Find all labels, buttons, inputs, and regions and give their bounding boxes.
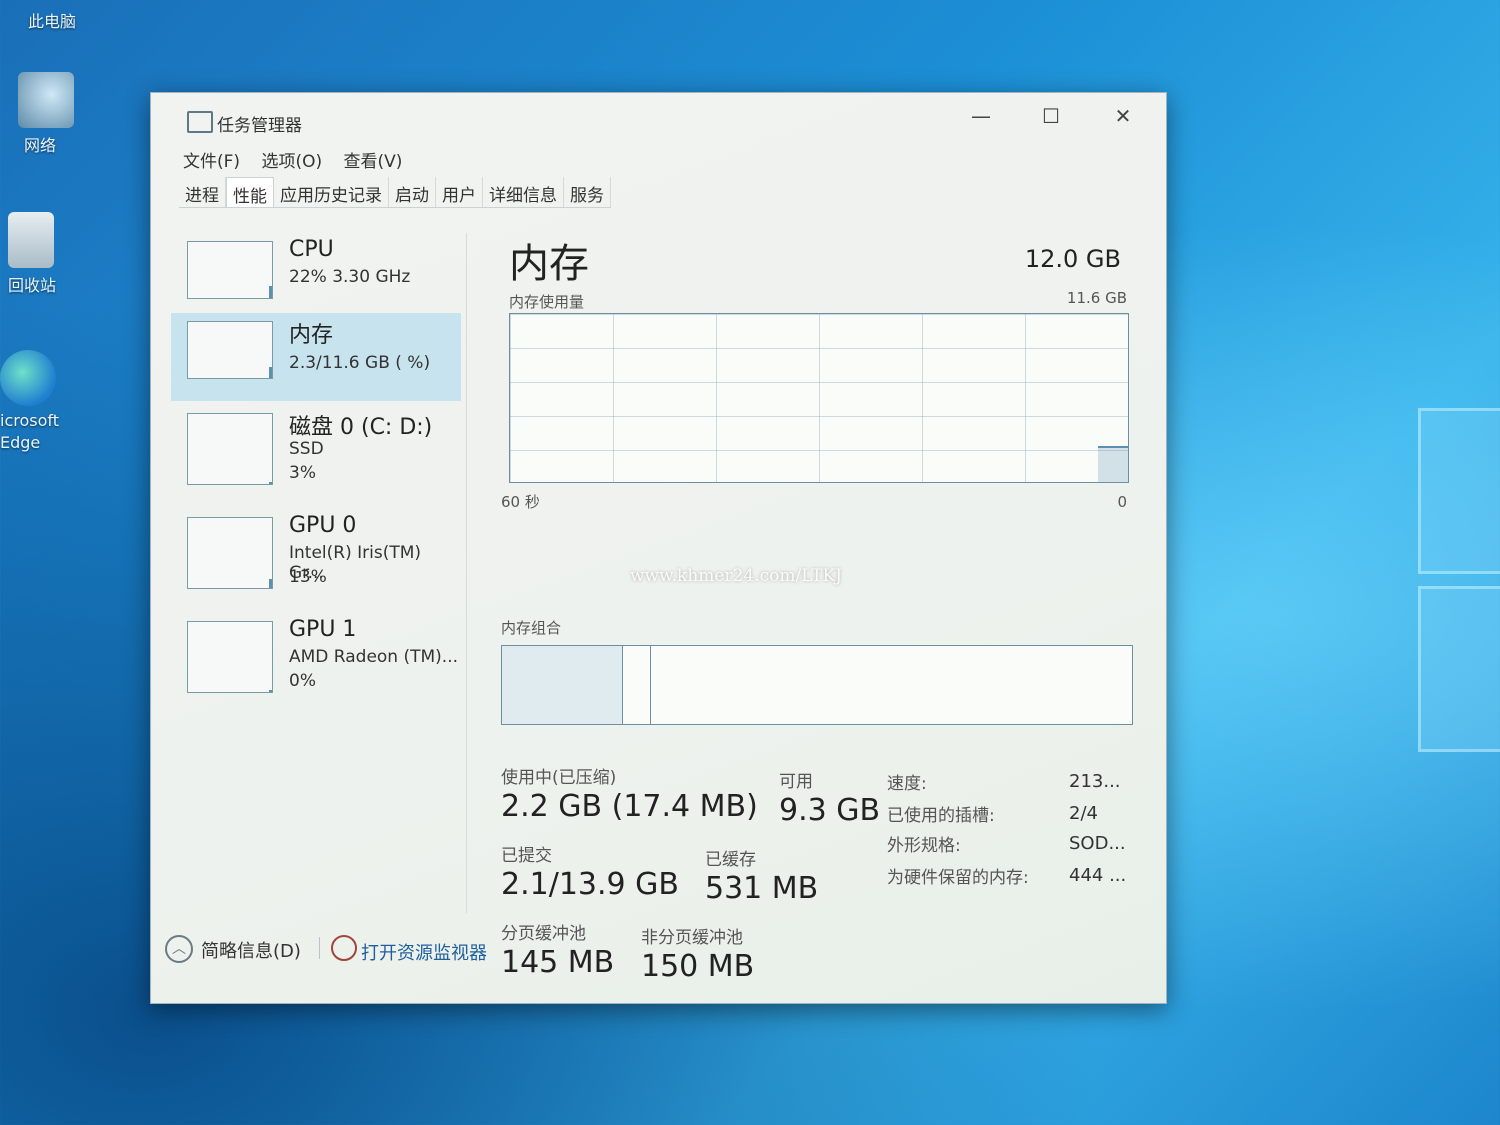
network-icon [18, 72, 74, 128]
tab-processes[interactable]: 进程 [179, 177, 226, 207]
memory-composition-bar [501, 645, 1133, 725]
desktop-icon-label: 网络 [24, 136, 57, 155]
desktop-icon-label: 此电脑 [28, 12, 77, 31]
graph-axis-end: 0 [1117, 493, 1127, 511]
windows-logo [1418, 408, 1500, 752]
sidebar-item-name: 内存 [289, 323, 334, 348]
usage-fill [269, 482, 272, 484]
fewer-details-button[interactable]: 简略信息(D) [201, 937, 301, 963]
title-bar[interactable]: 任务管理器 — ☐ ✕ [151, 93, 1166, 137]
tab-startup[interactable]: 启动 [389, 177, 436, 207]
minimize-button[interactable]: — [961, 101, 1001, 131]
speed-label: 速度: [887, 774, 927, 794]
desktop-icon-label: icrosoft Edge [0, 411, 60, 452]
memory-usage-graph [509, 313, 1129, 483]
window-title: 任务管理器 [217, 116, 302, 136]
form-factor-value: SOD... [1069, 833, 1126, 854]
speed-value: 213... [1069, 771, 1121, 792]
composition-modified [622, 646, 651, 724]
hardware-reserved-label: 为硬件保留的内存: [887, 868, 1029, 888]
usage-graph-fill [1098, 446, 1128, 482]
form-factor-label: 外形规格: [887, 836, 961, 856]
page-title: 内存 [509, 241, 589, 287]
tab-performance[interactable]: 性能 [226, 177, 274, 207]
resource-list: CPU 22% 3.30 GHz 内存 2.3/11.6 GB ( %) 磁盘 … [171, 233, 467, 913]
sidebar-item-gpu1[interactable]: GPU 1 AMD Radeon (TM)... 0% [171, 613, 461, 713]
footer-divider [319, 937, 320, 959]
cached-label: 已缓存 [705, 850, 756, 870]
sidebar-item-detail: 22% 3.30 GHz [289, 267, 411, 287]
composition-label: 内存组合 [501, 619, 562, 637]
usage-graph-max: 11.6 GB [1066, 289, 1127, 307]
sidebar-item-detail: SSD [289, 439, 324, 459]
hardware-reserved-value: 444 ... [1069, 865, 1127, 886]
usage-fill [269, 286, 272, 298]
sidebar-item-usage: 3% [289, 463, 316, 483]
composition-in-use [502, 646, 623, 724]
sidebar-item-disk[interactable]: 磁盘 0 (C: D:) SSD 3% [171, 405, 461, 505]
sidebar-item-name: CPU [289, 237, 334, 262]
tab-bar: 进程 性能 应用历史记录 启动 用户 详细信息 服务 [179, 177, 611, 208]
in-use-label: 使用中(已压缩) [501, 768, 617, 788]
sidebar-item-gpu0[interactable]: GPU 0 Intel(R) Iris(TM) Gr... 13% [171, 509, 461, 609]
desktop-icon-edge[interactable]: icrosoft Edge [0, 350, 59, 454]
available-value: 9.3 GB [779, 793, 881, 828]
memory-total: 12.0 GB [1024, 245, 1121, 273]
committed-value: 2.1/13.9 GB [501, 867, 679, 902]
menu-bar: 文件(F) 选项(O) 查看(V) [183, 147, 418, 172]
chevron-up-icon[interactable]: ︿ [165, 935, 193, 963]
tab-services[interactable]: 服务 [564, 177, 611, 207]
close-button[interactable]: ✕ [1103, 101, 1143, 131]
sidebar-item-detail: AMD Radeon (TM)... [289, 647, 459, 667]
slots-used-label: 已使用的插槽: [887, 806, 995, 826]
task-manager-icon [187, 111, 213, 133]
open-resource-monitor-link[interactable]: 打开资源监视器 [361, 939, 487, 965]
sidebar-item-cpu[interactable]: CPU 22% 3.30 GHz [171, 233, 461, 321]
menu-view[interactable]: 查看(V) [344, 152, 403, 172]
resource-monitor-icon [331, 935, 357, 961]
sidebar-item-name: GPU 1 [289, 617, 357, 642]
maximize-button[interactable]: ☐ [1031, 101, 1071, 131]
menu-options[interactable]: 选项(O) [261, 152, 322, 172]
available-label: 可用 [779, 772, 813, 792]
watermark: www.khmer24.com/LTKJ [630, 566, 842, 586]
recycle-bin-icon [8, 212, 54, 268]
usage-graph-label: 内存使用量 [509, 293, 585, 311]
footer: ︿ 简略信息(D) 打开资源监视器 [151, 933, 751, 973]
cached-value: 531 MB [705, 871, 819, 906]
sidebar-item-usage: 0% [289, 671, 316, 691]
desktop-icon-recycle-bin[interactable]: 回收站 [8, 212, 56, 296]
edge-icon [0, 350, 56, 406]
desktop-icon-this-pc[interactable]: 此电脑 [28, 8, 76, 32]
gpu1-thumbnail-graph [187, 621, 273, 693]
disk-thumbnail-graph [187, 413, 273, 485]
graph-axis-start: 60 秒 [501, 493, 540, 511]
sidebar-item-name: 磁盘 0 (C: D:) [289, 415, 433, 440]
tab-details[interactable]: 详细信息 [483, 177, 564, 207]
tab-users[interactable]: 用户 [436, 177, 483, 207]
menu-file[interactable]: 文件(F) [183, 152, 240, 172]
sidebar-item-name: GPU 0 [289, 513, 357, 538]
tab-app-history[interactable]: 应用历史记录 [274, 177, 389, 207]
memory-thumbnail-graph [187, 321, 273, 379]
sidebar-item-memory[interactable]: 内存 2.3/11.6 GB ( %) [171, 313, 461, 401]
slots-used-value: 2/4 [1069, 803, 1098, 824]
usage-fill [269, 690, 272, 692]
gpu0-thumbnail-graph [187, 517, 273, 589]
committed-label: 已提交 [501, 846, 552, 866]
desktop-icon-network[interactable]: 网络 [18, 72, 74, 156]
usage-fill [269, 367, 272, 378]
desktop-icon-label: 回收站 [8, 276, 57, 295]
task-manager-window: 任务管理器 — ☐ ✕ 文件(F) 选项(O) 查看(V) 进程 性能 应用历史… [150, 92, 1167, 1004]
cpu-thumbnail-graph [187, 241, 273, 299]
sidebar-item-detail: 2.3/11.6 GB ( %) [289, 353, 431, 373]
sidebar-item-usage: 13% [289, 567, 327, 587]
usage-fill [269, 579, 272, 588]
in-use-value: 2.2 GB (17.4 MB) [501, 789, 758, 824]
